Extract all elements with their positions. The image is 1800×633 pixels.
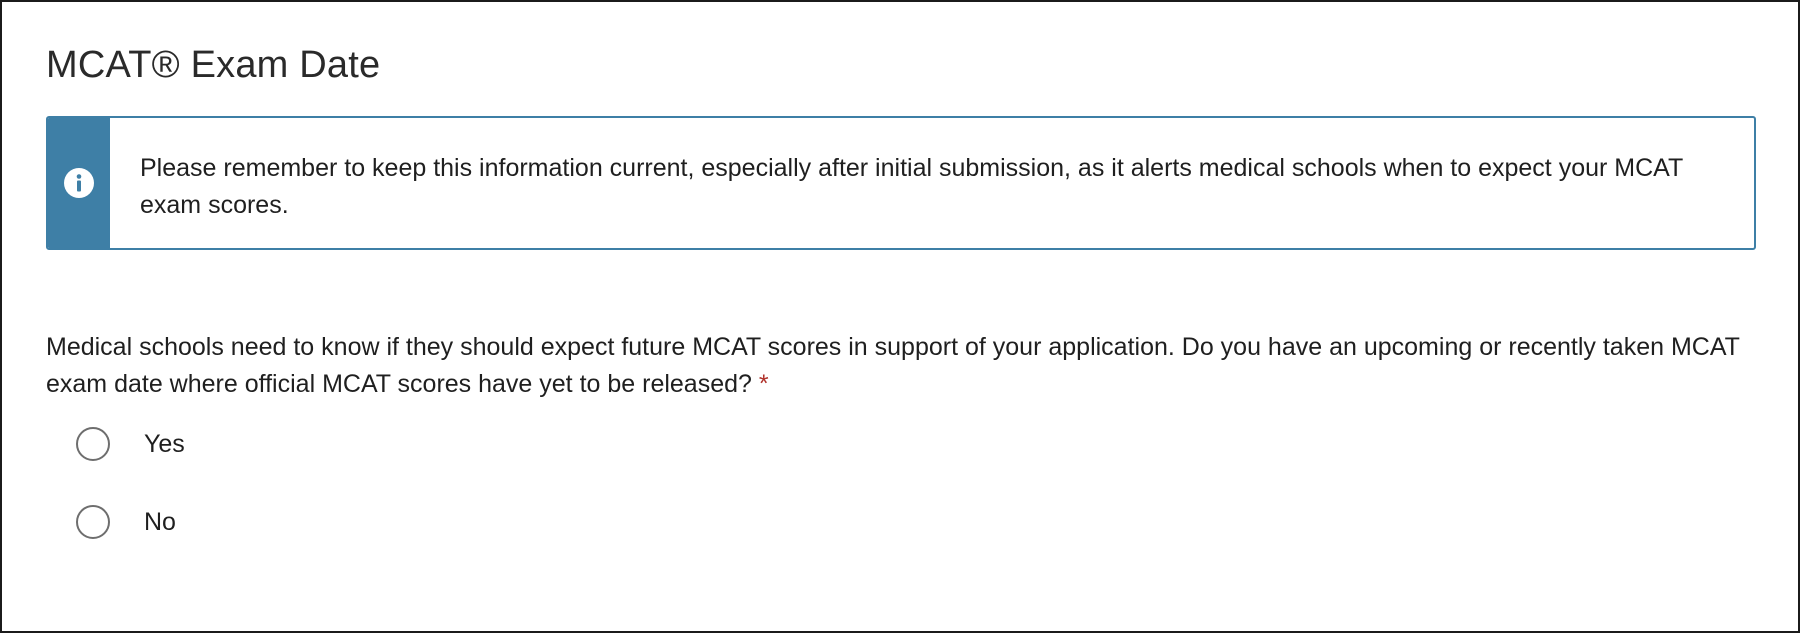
radio-option-no[interactable]: No — [76, 505, 176, 539]
radio-button-no[interactable] — [76, 505, 110, 539]
page-title: MCAT® Exam Date — [46, 44, 381, 86]
required-marker: * — [758, 370, 769, 398]
form-card: MCAT® Exam Date Please remember to keep … — [0, 0, 1800, 633]
radio-label-no[interactable]: No — [144, 508, 176, 537]
radio-option-yes[interactable]: Yes — [76, 427, 185, 461]
question-text: Medical schools need to know if they sho… — [46, 329, 1746, 403]
info-notice: Please remember to keep this information… — [46, 116, 1756, 250]
info-icon — [64, 168, 94, 198]
question-label: Medical schools need to know if they sho… — [46, 333, 1740, 398]
radio-button-yes[interactable] — [76, 427, 110, 461]
radio-label-yes[interactable]: Yes — [144, 430, 185, 459]
info-notice-text: Please remember to keep this information… — [140, 154, 1683, 219]
info-notice-stripe — [48, 118, 110, 248]
